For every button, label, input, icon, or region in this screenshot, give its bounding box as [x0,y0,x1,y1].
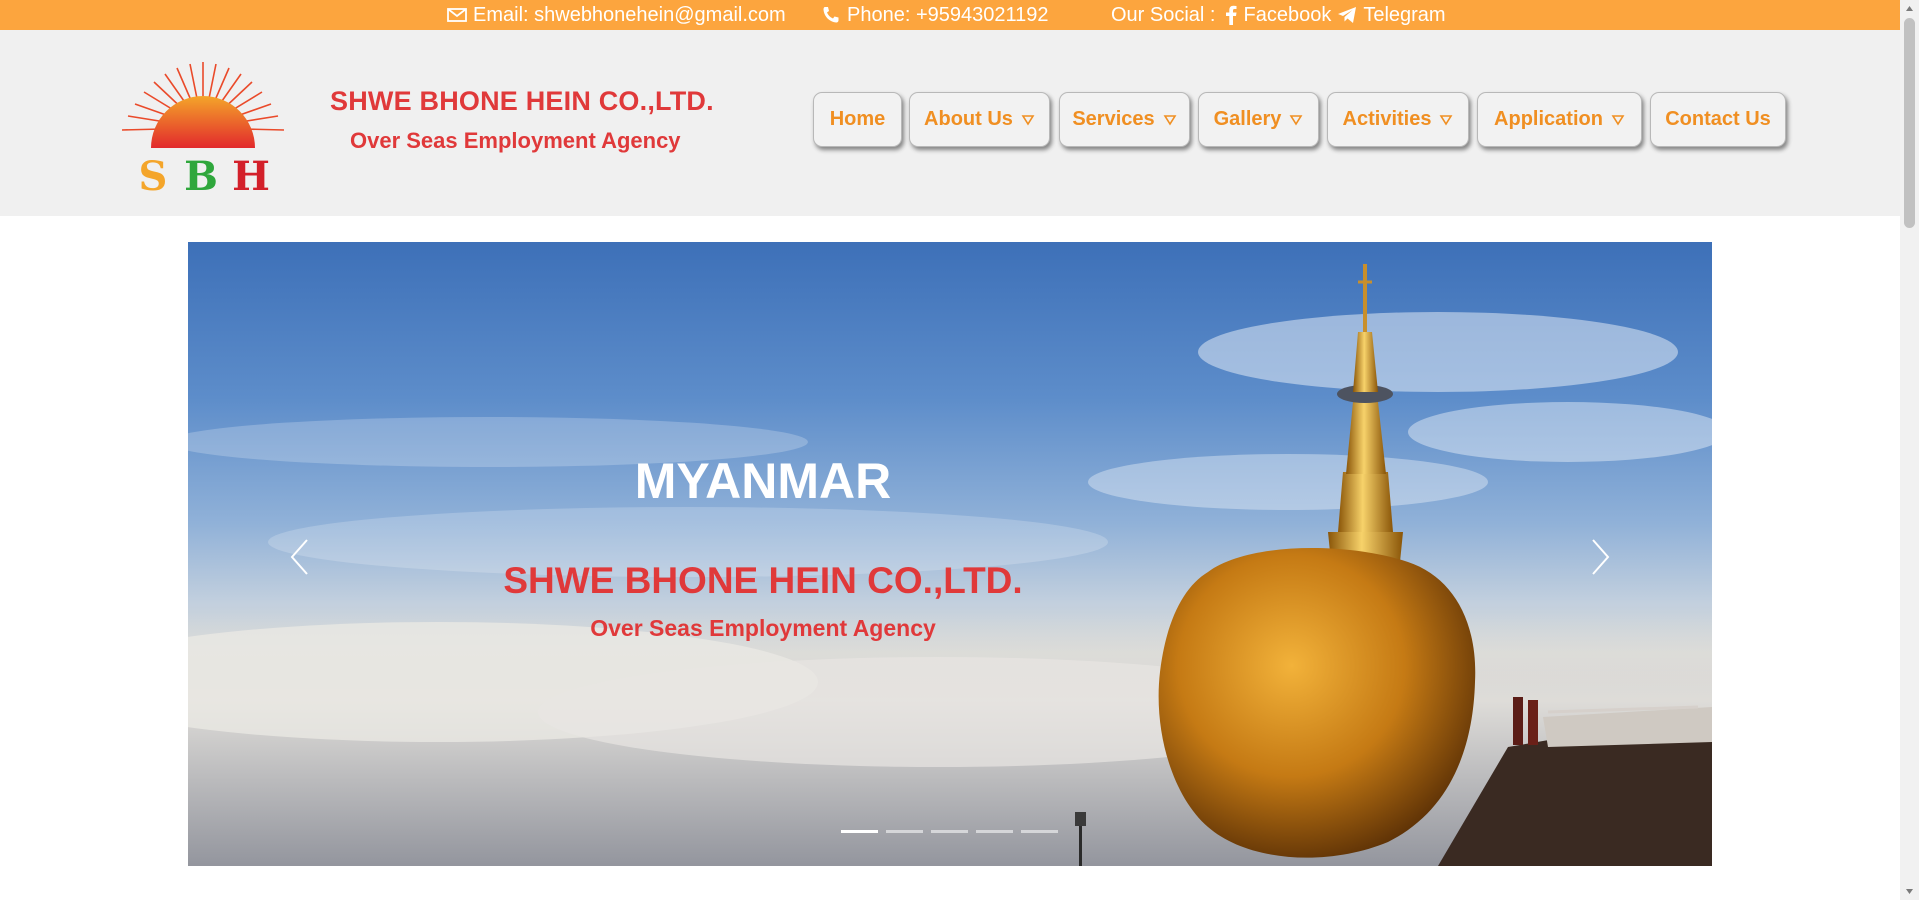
carousel-next-arrow[interactable] [1580,532,1620,582]
social-label: Our Social : [1111,3,1216,26]
nav-about-us[interactable]: About Us [909,92,1050,147]
carousel-indicators [841,830,1058,833]
hero-carousel: MYANMAR SHWE BHONE HEIN CO.,LTD. Over Se… [188,242,1712,866]
company-name[interactable]: SHWE BHONE HEIN CO.,LTD. [330,86,714,117]
envelope-icon [447,8,467,22]
carousel-indicator-2[interactable] [886,830,923,833]
carousel-indicator-3[interactable] [931,830,968,833]
nav-application[interactable]: Application [1477,92,1642,147]
telegram-link[interactable]: Telegram [1337,0,1446,30]
facebook-link[interactable]: Facebook [1225,0,1331,30]
carousel-indicator-5[interactable] [1021,830,1058,833]
nav-home-label: Home [829,108,886,130]
carousel-prev-arrow[interactable] [280,532,320,582]
email-text: Email: shwebhonehein@gmail.com [473,3,786,26]
carousel-indicator-4[interactable] [976,830,1013,833]
top-contact-bar: Email: shwebhonehein@gmail.com Phone: +9… [0,0,1900,30]
telegram-label: Telegram [1363,3,1446,26]
logo-letter-s: S [139,153,168,200]
phone-icon [823,7,839,23]
company-logo[interactable]: S B H [108,60,298,220]
hero-heading: MYANMAR [634,453,892,509]
nav-gallery-label: Gallery [1213,108,1282,130]
email-contact[interactable]: Email: shwebhonehein@gmail.com [447,0,786,30]
nav-gallery[interactable]: Gallery [1198,92,1319,147]
logo-letter-b: B [184,153,218,200]
caret-down-icon [1289,114,1303,126]
scroll-up-icon[interactable] [1904,3,1915,14]
facebook-icon [1226,5,1237,25]
nav-home[interactable]: Home [813,92,902,147]
golden-rock-pagoda-image [188,264,1712,866]
nav-contact-us[interactable]: Contact Us [1650,92,1786,147]
hero-tagline: Over Seas Employment Agency [590,615,936,641]
nav-services[interactable]: Services [1059,92,1190,147]
caret-down-icon [1021,114,1035,126]
caret-down-icon [1163,114,1177,126]
caret-down-icon [1611,114,1625,126]
facebook-label: Facebook [1243,3,1332,26]
social-links: Our Social : Facebook Telegram [1111,0,1446,30]
carousel-indicator-1[interactable] [841,830,878,833]
scrollbar-thumb[interactable] [1904,18,1915,228]
phone-text: Phone: +95943021192 [847,3,1049,26]
nav-activities-label: Activities [1342,108,1432,130]
telegram-icon [1338,7,1357,23]
scroll-down-icon[interactable] [1904,886,1915,897]
phone-contact[interactable]: Phone: +95943021192 [821,0,1049,30]
logo-letter-h: H [232,153,270,200]
nav-about-us-label: About Us [924,108,1013,130]
caret-down-icon [1440,114,1453,126]
nav-services-label: Services [1072,108,1155,130]
company-tagline: Over Seas Employment Agency [350,128,681,153]
nav-contact-us-label: Contact Us [1665,108,1771,130]
page-scrollbar[interactable] [1900,0,1919,900]
hero-company-name: SHWE BHONE HEIN CO.,LTD. [503,560,1023,601]
nav-activities[interactable]: Activities [1327,92,1469,147]
nav-application-label: Application [1494,108,1603,130]
